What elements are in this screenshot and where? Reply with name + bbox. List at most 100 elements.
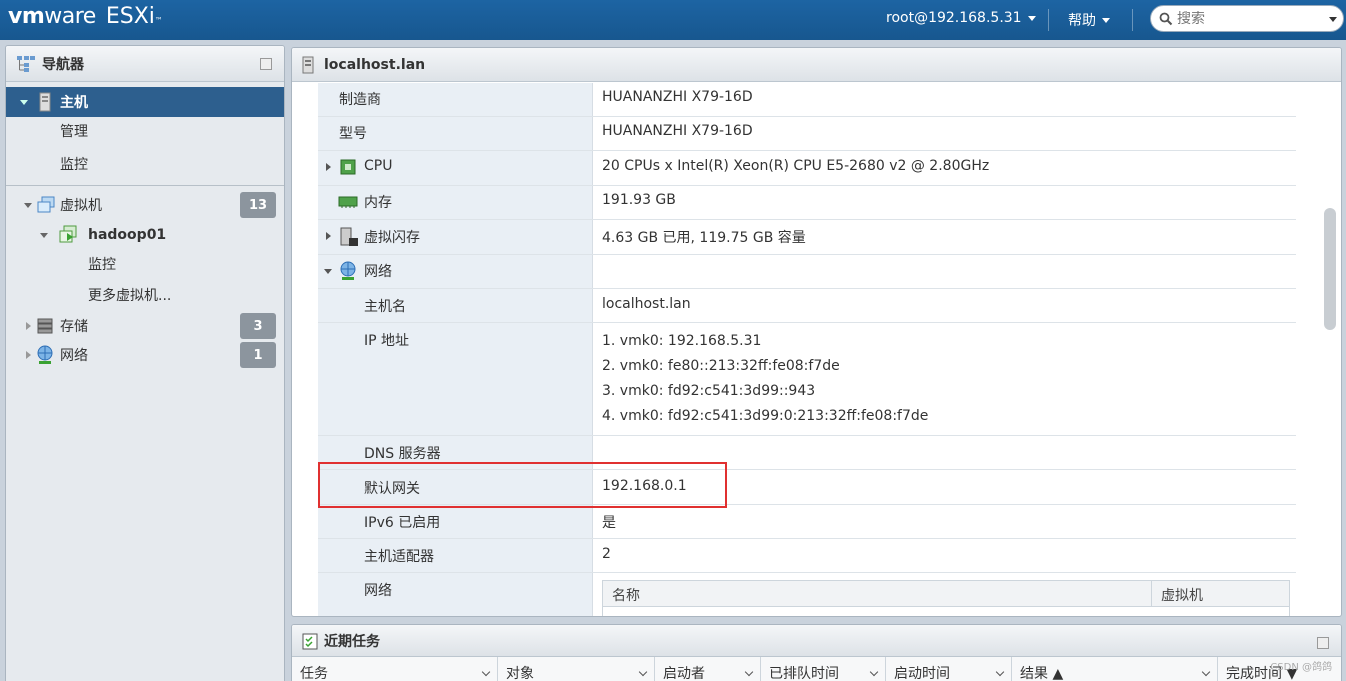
navigator-tree-icon [17, 55, 35, 72]
ip-address-3: 3. vmk0: fd92:c541:3d99::943 [602, 383, 816, 399]
row-value: 2 [602, 546, 611, 562]
column-initiator[interactable]: 启动者 [655, 657, 761, 681]
column-queued[interactable]: 已排队时间 [761, 657, 886, 681]
help-menu[interactable]: 帮助 [1068, 10, 1110, 30]
column-task[interactable]: 任务 [292, 657, 498, 681]
row-value: 4.63 GB 已用, 119.75 GB 容量 [602, 230, 806, 246]
column-divider [1151, 581, 1152, 607]
collapse-icon[interactable] [40, 233, 48, 238]
nav-item-hadoop01[interactable]: hadoop01 [6, 220, 284, 250]
chevron-down-icon[interactable] [1329, 17, 1337, 22]
help-label: 帮助 [1068, 13, 1096, 29]
table-row-memory: 内存 191.93 GB [318, 186, 1296, 220]
logo-vm: vm [8, 4, 45, 29]
column-object[interactable]: 对象 [498, 657, 655, 681]
nav-divider [6, 185, 284, 186]
row-value: 是 [602, 515, 616, 531]
tasks-title: 近期任务 [324, 633, 380, 650]
row-key: 网络 [364, 583, 392, 599]
chevron-down-icon[interactable] [995, 667, 1005, 677]
row-key: DNS 服务器 [364, 446, 441, 462]
chevron-down-icon [1102, 17, 1110, 23]
vmware-esxi-logo: vm ware ESXi ™ [8, 4, 163, 34]
nav-item-host[interactable]: 主机 [6, 87, 284, 117]
expand-icon[interactable] [326, 232, 331, 240]
search-box[interactable] [1150, 5, 1344, 32]
collapse-icon[interactable] [24, 203, 32, 208]
column-header-vm[interactable]: 虚拟机 [1161, 585, 1203, 605]
column-label: 启动者 [663, 666, 705, 681]
nav-item-manage[interactable]: 管理 [6, 116, 284, 146]
collapse-icon[interactable] [324, 269, 332, 274]
watermark: CSDN @鸽鸽 [1270, 662, 1332, 673]
network-count-badge: 1 [240, 342, 276, 368]
tasks-icon [302, 633, 318, 650]
chevron-down-icon[interactable] [869, 667, 879, 677]
table-row-cpu[interactable]: CPU 20 CPUs x Intel(R) Xeon(R) CPU E5-26… [318, 151, 1296, 186]
row-value: HUANANZHI X79-16D [602, 123, 753, 139]
column-result[interactable]: 结果 ▲ [1012, 657, 1218, 681]
host-detail-panel: localhost.lan 制造商 HUANANZHI X79-16D 型号 H… [291, 47, 1342, 617]
nav-item-storage[interactable]: 存储 3 [6, 311, 284, 341]
nav-item-more-vms[interactable]: 更多虚拟机... [6, 280, 284, 310]
server-icon [302, 56, 314, 74]
nav-item-label: 管理 [60, 124, 88, 140]
table-row: 主机适配器 2 [318, 539, 1296, 573]
chevron-down-icon[interactable] [481, 667, 491, 677]
table-row-network[interactable]: 网络 [318, 255, 1296, 289]
nav-item-label: 更多虚拟机... [88, 288, 172, 304]
row-key: CPU [364, 158, 393, 174]
vm-group-icon [37, 196, 55, 213]
column-start-time[interactable]: 启动时间 [886, 657, 1012, 681]
navigator-panel: 导航器 主机 管理 监控 虚拟机 13 hadoop01 监控 更多虚拟机...… [5, 45, 285, 681]
logo-ware: ware [44, 4, 96, 29]
expand-icon[interactable] [326, 163, 331, 171]
column-header-name[interactable]: 名称 [612, 585, 640, 605]
navigator-header: 导航器 [6, 46, 284, 82]
row-key: 制造商 [339, 92, 381, 108]
table-row-flash[interactable]: 虚拟闪存 4.63 GB 已用, 119.75 GB 容量 [318, 220, 1296, 255]
network-icon [37, 345, 53, 364]
expand-icon[interactable] [26, 322, 31, 330]
chevron-down-icon [1027, 15, 1036, 21]
search-input[interactable] [1177, 10, 1317, 27]
nav-item-label: 网络 [60, 348, 88, 364]
expand-icon[interactable] [26, 351, 31, 359]
column-label: 已排队时间 [769, 666, 839, 681]
row-key: IPv6 已启用 [364, 515, 441, 531]
nav-item-network[interactable]: 网络 1 [6, 340, 284, 370]
ip-address-2: 2. vmk0: fe80::213:32ff:fe08:f7de [602, 358, 840, 374]
vm-count-badge: 13 [240, 192, 276, 218]
subtable-header: 名称 虚拟机 [603, 581, 1289, 607]
network-icon [340, 261, 356, 280]
top-bar: vm ware ESXi ™ root@192.168.5.31 帮助 [0, 0, 1346, 40]
minimize-icon[interactable] [260, 58, 272, 70]
column-label: 任务 [300, 666, 328, 681]
nav-item-label: 监控 [60, 157, 88, 173]
tasks-column-header: 任务 对象 启动者 已排队时间 启动时间 结果 ▲ 完成时间 ▼ [292, 657, 1341, 681]
recent-tasks-panel: 近期任务 任务 对象 启动者 已排队时间 启动时间 结果 ▲ 完成时间 ▼ [291, 624, 1342, 681]
row-key: 主机适配器 [364, 549, 434, 565]
search-icon [1159, 12, 1173, 25]
row-value: HUANANZHI X79-16D [602, 89, 753, 105]
divider [1048, 9, 1049, 31]
host-properties-table: 制造商 HUANANZHI X79-16D 型号 HUANANZHI X79-1… [318, 83, 1296, 616]
user-menu[interactable]: root@192.168.5.31 [886, 10, 1036, 26]
tasks-header: 近期任务 [292, 625, 1341, 657]
chevron-down-icon[interactable] [1201, 667, 1211, 677]
chevron-down-icon[interactable] [744, 667, 754, 677]
row-key: 型号 [339, 126, 367, 142]
ip-address-4: 4. vmk0: fd92:c541:3d99:0:213:32ff:fe08:… [602, 408, 929, 424]
table-row: 主机名 localhost.lan [318, 289, 1296, 323]
nav-item-vm-monitor[interactable]: 监控 [6, 249, 284, 279]
table-row: 型号 HUANANZHI X79-16D [318, 117, 1296, 151]
highlight-box [318, 462, 727, 508]
minimize-icon[interactable] [1317, 637, 1329, 649]
nav-item-monitor[interactable]: 监控 [6, 149, 284, 179]
cpu-icon [340, 159, 356, 175]
vertical-scrollbar[interactable] [1324, 208, 1336, 330]
nav-item-vms[interactable]: 虚拟机 13 [6, 190, 284, 220]
collapse-icon[interactable] [20, 100, 28, 105]
logo-tm: ™ [154, 16, 163, 25]
chevron-down-icon[interactable] [638, 667, 648, 677]
